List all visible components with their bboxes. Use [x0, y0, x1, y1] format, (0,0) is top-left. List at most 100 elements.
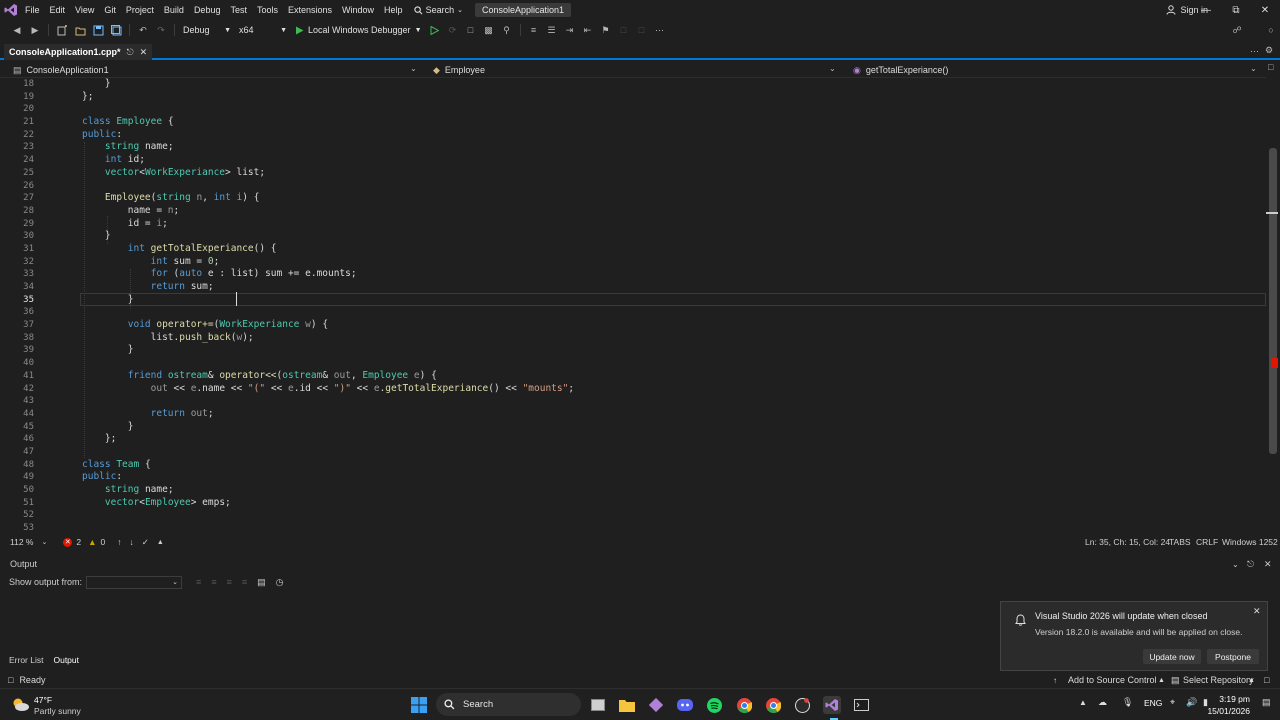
- find-in-output-icon[interactable]: ▤: [257, 577, 266, 588]
- file-encoding[interactable]: Windows 1252: [1222, 537, 1278, 547]
- warnings-indicator[interactable]: ▲ 0: [88, 537, 105, 547]
- settings-icon[interactable]: ⚙: [1265, 45, 1273, 56]
- browse-icon[interactable]: □: [464, 23, 478, 37]
- menu-project[interactable]: Project: [121, 0, 159, 20]
- live-share-icon[interactable]: ☍: [1230, 23, 1244, 37]
- outdent-icon[interactable]: ⇤: [581, 23, 595, 37]
- timestamp-icon[interactable]: ◷: [276, 577, 284, 588]
- search-menu[interactable]: Search ⌄: [408, 5, 469, 15]
- text-editor-icon[interactable]: ≡: [527, 23, 541, 37]
- menu-edit[interactable]: Edit: [45, 0, 71, 20]
- git-icon[interactable]: [647, 696, 665, 714]
- restore-button[interactable]: ⧉: [1221, 0, 1251, 20]
- bookmark-icon[interactable]: ⚑: [599, 23, 613, 37]
- cursor-position[interactable]: Ln: 35, Ch: 15, Col: 24: [1085, 537, 1170, 547]
- class-dropdown[interactable]: ◆ Employee: [433, 62, 838, 78]
- input-language[interactable]: ENG: [1144, 698, 1162, 708]
- pin-icon[interactable]: ⎋: [1247, 559, 1254, 570]
- code-cleanup-icon[interactable]: ✓: [142, 537, 149, 548]
- go-to-previous-message-icon[interactable]: ≡: [196, 577, 201, 587]
- weather-icon[interactable]: [10, 696, 30, 712]
- file-explorer-icon[interactable]: [618, 696, 636, 714]
- spotify-icon[interactable]: [705, 696, 723, 714]
- menu-git[interactable]: Git: [99, 0, 121, 20]
- tab-overflow-icon[interactable]: ⋯: [1250, 46, 1259, 57]
- menu-test[interactable]: Test: [225, 0, 252, 20]
- menu-view[interactable]: View: [70, 0, 99, 20]
- previous-bookmark-icon[interactable]: □: [617, 23, 631, 37]
- menu-debug[interactable]: Debug: [189, 0, 226, 20]
- tab-error-list[interactable]: Error List: [4, 655, 48, 665]
- update-now-button[interactable]: Update now: [1143, 649, 1201, 664]
- next-bookmark-icon[interactable]: □: [635, 23, 649, 37]
- chevron-up-icon[interactable]: ▲: [157, 539, 164, 546]
- close-icon[interactable]: ✕: [1264, 559, 1272, 570]
- scrollbar-thumb[interactable]: [1269, 148, 1277, 454]
- redo-icon[interactable]: ↷: [154, 23, 168, 37]
- microphone-icon[interactable]: 🎙: [1122, 697, 1133, 708]
- comment-icon[interactable]: ☰: [545, 23, 559, 37]
- chrome-icon[interactable]: [735, 696, 753, 714]
- go-to-next-message-icon[interactable]: ≡: [211, 577, 216, 587]
- minimize-button[interactable]: —: [1191, 0, 1221, 20]
- discord-icon[interactable]: [676, 696, 694, 714]
- clock-time[interactable]: 3:19 pm: [1206, 694, 1250, 704]
- hot-reload-icon[interactable]: ⟳: [446, 23, 460, 37]
- line-ending[interactable]: CRLF: [1196, 537, 1218, 547]
- indentation-mode[interactable]: TABS: [1169, 537, 1191, 547]
- add-to-source-control[interactable]: Add to Source Control: [1068, 675, 1157, 685]
- code-editor[interactable]: 18 19 20 21 22 23 24 25 26 27 28 29 30 3…: [0, 78, 1266, 534]
- split-editor-icon[interactable]: □: [1268, 62, 1273, 72]
- notifications-icon[interactable]: □: [8, 675, 13, 685]
- postpone-button[interactable]: Postpone: [1207, 649, 1259, 664]
- wifi-icon[interactable]: ⌖: [1170, 697, 1175, 708]
- arrow-up-icon[interactable]: ↑: [117, 537, 121, 547]
- solution-explorer-icon[interactable]: ▩: [482, 23, 496, 37]
- forward-navigate-icon[interactable]: ▶: [28, 23, 42, 37]
- pin-icon[interactable]: ⎋: [127, 47, 134, 58]
- menu-file[interactable]: File: [20, 0, 45, 20]
- clock-date[interactable]: 15/01/2026: [1196, 706, 1250, 716]
- indent-icon[interactable]: ⇥: [563, 23, 577, 37]
- back-navigate-icon[interactable]: ◀: [10, 23, 24, 37]
- close-icon[interactable]: ✕: [1253, 606, 1261, 617]
- save-icon[interactable]: [91, 23, 105, 37]
- menu-help[interactable]: Help: [379, 0, 408, 20]
- notification-center-icon[interactable]: ▤: [1262, 697, 1271, 708]
- chrome-profile-icon[interactable]: [764, 696, 782, 714]
- solution-configuration-select[interactable]: Debug ▼: [179, 22, 235, 38]
- menu-tools[interactable]: Tools: [252, 0, 283, 20]
- project-dropdown[interactable]: ▤ ConsoleApplication1: [13, 62, 419, 78]
- tab-consoleapplication1-cpp[interactable]: ConsoleApplication1.cpp* ⎋ ✕: [4, 44, 153, 60]
- terminal-icon[interactable]: [852, 696, 870, 714]
- toggle-word-wrap-icon[interactable]: ≡: [242, 577, 247, 587]
- copilot-icon[interactable]: ○: [1264, 23, 1278, 37]
- save-all-icon[interactable]: [109, 23, 123, 37]
- close-tab-icon[interactable]: ✕: [140, 47, 148, 58]
- onedrive-icon[interactable]: ☁: [1098, 697, 1107, 708]
- clear-all-icon[interactable]: ≡: [227, 577, 232, 587]
- show-hidden-icons-icon[interactable]: ▲: [1079, 698, 1087, 707]
- vertical-scrollbar[interactable]: □: [1266, 62, 1280, 534]
- close-window-button[interactable]: ✕: [1250, 0, 1280, 20]
- output-source-select[interactable]: ⌄: [86, 575, 183, 589]
- visual-studio-icon[interactable]: [823, 696, 841, 714]
- select-repository[interactable]: Select Repository: [1183, 675, 1254, 685]
- find-icon[interactable]: ⚲: [500, 23, 514, 37]
- new-project-icon[interactable]: [55, 23, 69, 37]
- menu-window[interactable]: Window: [337, 0, 379, 20]
- arrow-down-icon[interactable]: ↓: [130, 537, 134, 547]
- github-desktop-icon[interactable]: [793, 696, 811, 714]
- windows-start-icon[interactable]: [410, 696, 428, 714]
- tab-output[interactable]: Output: [48, 655, 84, 665]
- task-view-icon[interactable]: [589, 696, 607, 714]
- open-file-icon[interactable]: [73, 23, 87, 37]
- start-without-debugging-icon[interactable]: [428, 23, 442, 37]
- errors-indicator[interactable]: ✕ 2: [63, 537, 81, 547]
- feedback-icon[interactable]: □: [1264, 675, 1269, 685]
- start-debugging-button[interactable]: Local Windows Debugger ▼: [291, 25, 426, 35]
- member-dropdown[interactable]: ◉ getTotalExperiance(): [853, 62, 1258, 78]
- solution-platform-select[interactable]: x64 ▼: [235, 22, 291, 38]
- undo-icon[interactable]: ↶: [136, 23, 150, 37]
- chevron-down-icon[interactable]: ⌄: [1232, 560, 1239, 569]
